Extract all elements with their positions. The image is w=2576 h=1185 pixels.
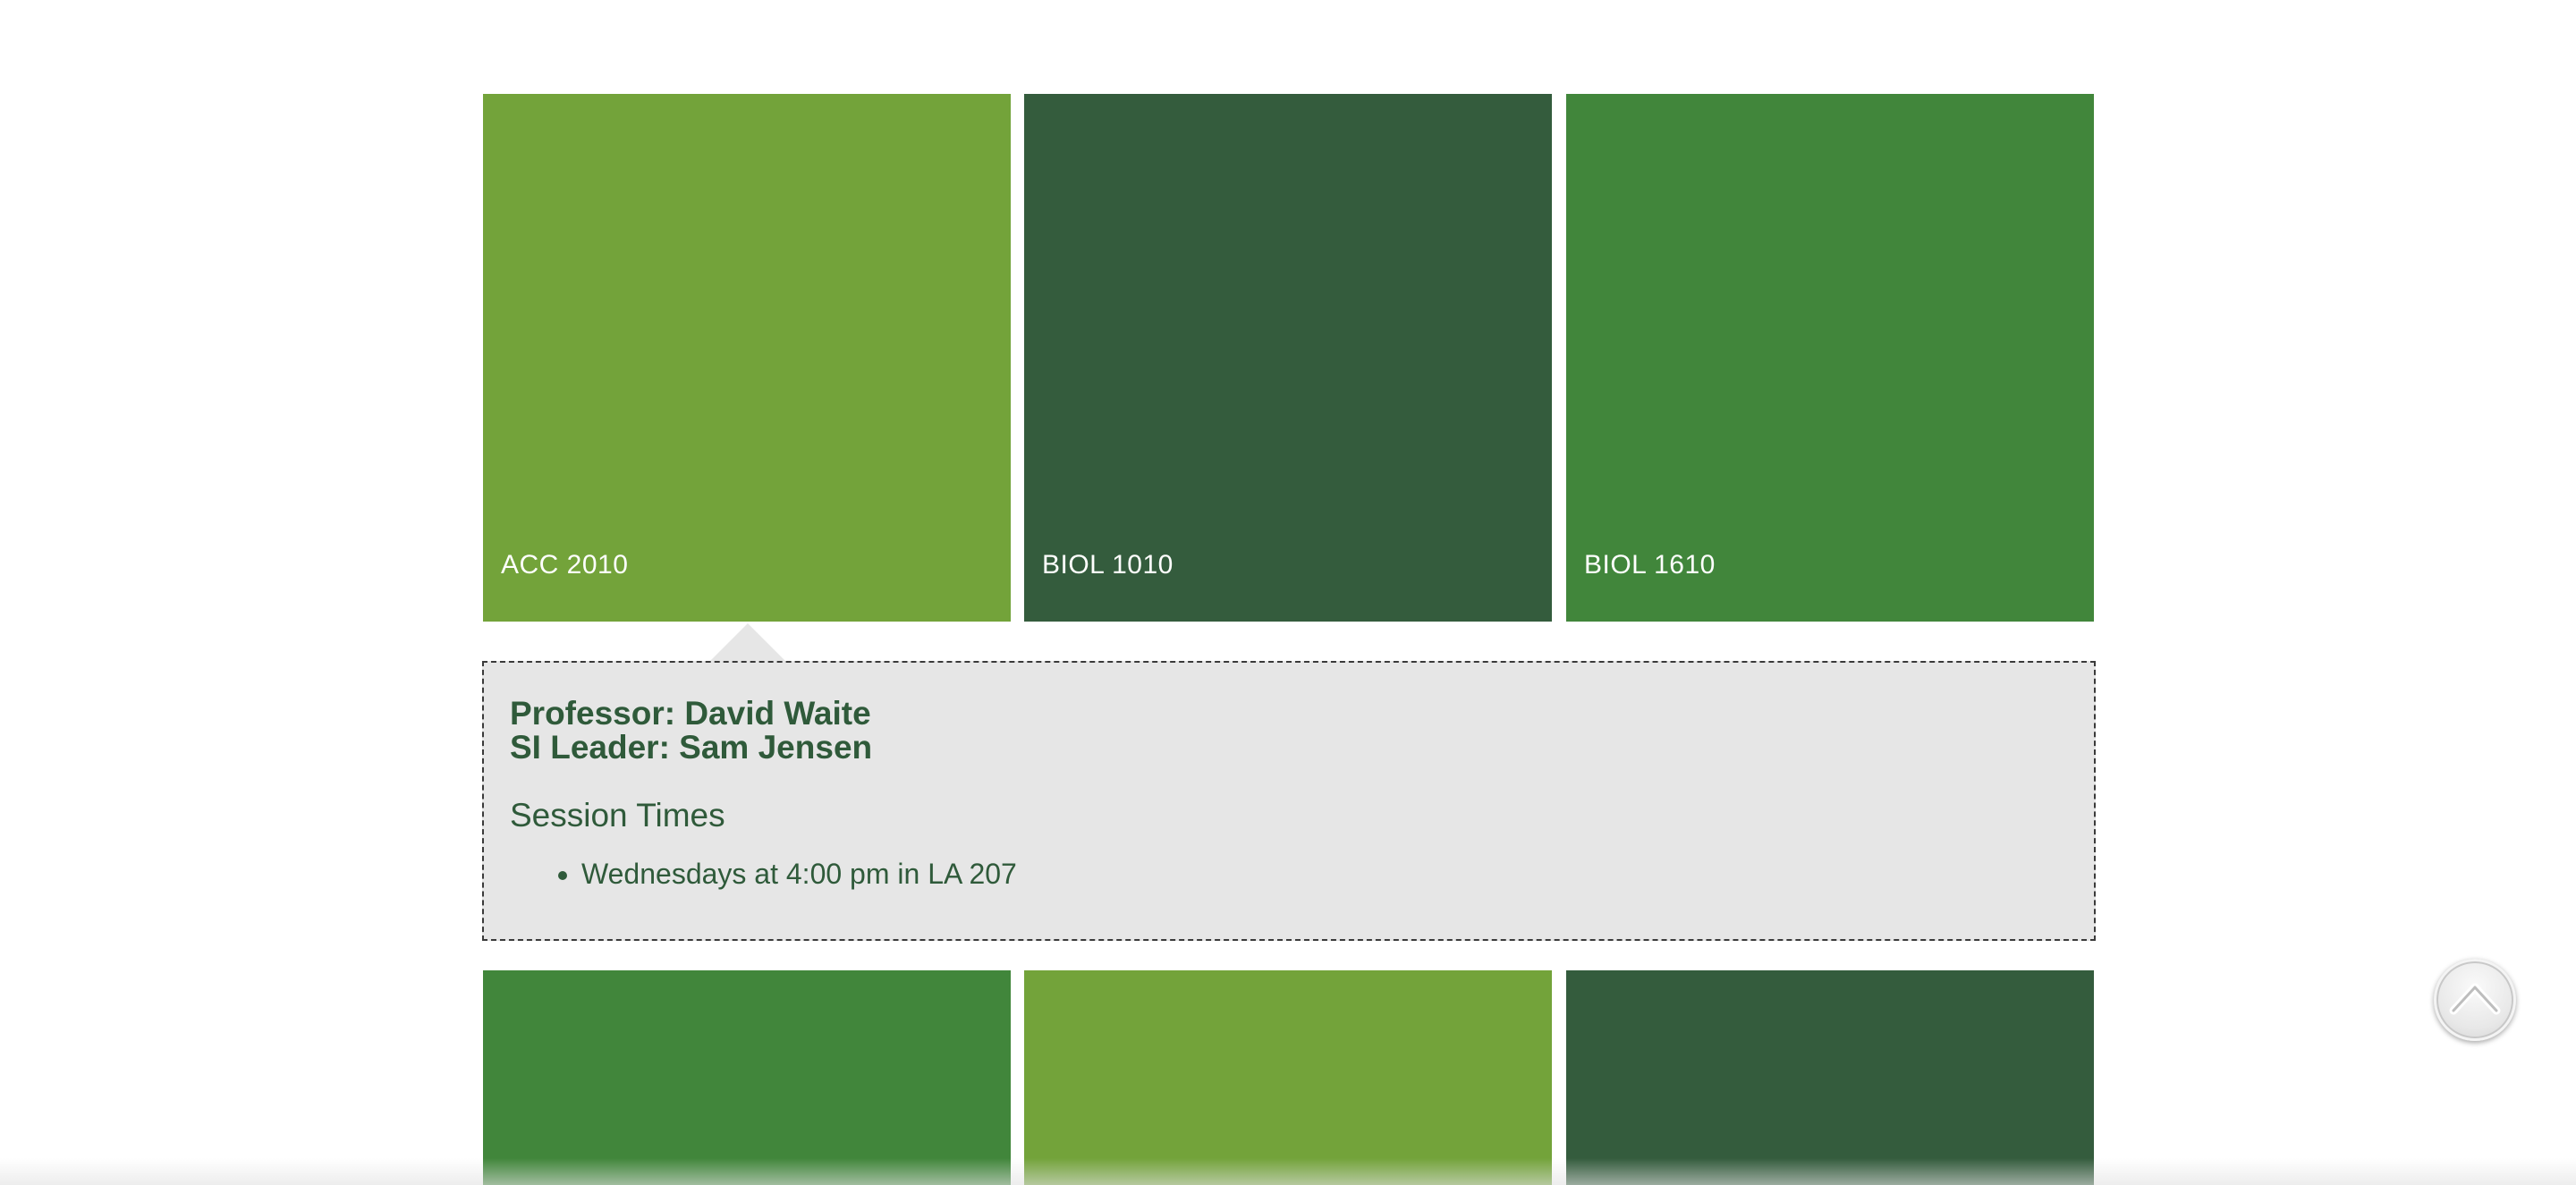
course-detail-panel: Professor: David Waite SI Leader: Sam Je… <box>482 661 2096 941</box>
course-row: ACC 2010 BIOL 1010 BIOL 1610 <box>483 94 2095 622</box>
course-grid: ACC 2010 BIOL 1010 BIOL 1610 <box>483 94 2095 622</box>
course-tile-label: BIOL 1010 <box>1042 550 1174 580</box>
course-row <box>483 970 2095 1185</box>
course-tile-label: BIOL 1610 <box>1584 550 1716 580</box>
course-tile[interactable] <box>483 970 1011 1185</box>
professor-name: Professor: David Waite <box>510 695 871 732</box>
chevron-up-icon <box>2449 983 2501 1015</box>
course-tile[interactable] <box>1566 970 2094 1185</box>
course-tile-biol-1010[interactable]: BIOL 1010 <box>1024 94 1552 622</box>
page: ACC 2010 BIOL 1010 BIOL 1610 Professor: … <box>0 0 2576 1185</box>
detail-pointer-arrow <box>708 623 787 663</box>
course-tile-biol-1610[interactable]: BIOL 1610 <box>1566 94 2094 622</box>
course-tile-label: ACC 2010 <box>501 550 629 580</box>
si-leader-name: SI Leader: Sam Jensen <box>510 729 873 766</box>
session-list: Wednesdays at 4:00 pm in LA 207 <box>510 858 2068 891</box>
session-item: Wednesdays at 4:00 pm in LA 207 <box>581 858 2068 891</box>
scroll-to-top-button[interactable] <box>2434 959 2516 1041</box>
session-times-heading: Session Times <box>510 797 725 834</box>
course-tile-acc-2010[interactable]: ACC 2010 <box>483 94 1011 622</box>
course-tile[interactable] <box>1024 970 1552 1185</box>
